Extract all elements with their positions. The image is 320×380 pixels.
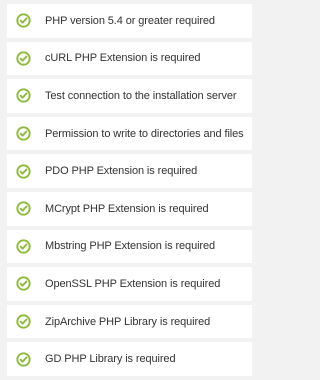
requirement-label: OpenSSL PHP Extension is required bbox=[45, 277, 221, 290]
requirement-item: cURL PHP Extension is required bbox=[7, 41, 252, 76]
requirement-item: Mbstring PHP Extension is required bbox=[7, 229, 252, 264]
requirement-label: MCrypt PHP Extension is required bbox=[45, 202, 209, 215]
check-circle-icon bbox=[16, 314, 31, 329]
check-circle-icon bbox=[16, 126, 31, 141]
check-circle-icon bbox=[16, 239, 31, 254]
check-circle-icon bbox=[16, 88, 31, 104]
requirement-label: GD PHP Library is required bbox=[45, 353, 176, 366]
check-circle-icon bbox=[16, 276, 31, 292]
requirement-label: PHP version 5.4 or greater required bbox=[45, 14, 215, 27]
requirement-item: Test connection to the installation serv… bbox=[7, 79, 252, 113]
requirements-list: PHP version 5.4 or greater required cURL… bbox=[0, 0, 252, 380]
requirement-item: Permission to write to directories and f… bbox=[7, 116, 252, 151]
requirement-label: Mbstring PHP Extension is required bbox=[45, 240, 216, 253]
requirement-label: cURL PHP Extension is required bbox=[45, 52, 201, 65]
requirement-item: OpenSSL PHP Extension is required bbox=[7, 267, 252, 301]
requirement-label: Test connection to the installation serv… bbox=[45, 89, 237, 102]
requirement-label: ZipArchive PHP Library is required bbox=[45, 315, 211, 328]
check-circle-icon bbox=[16, 352, 31, 367]
check-circle-icon bbox=[16, 51, 31, 66]
check-circle-icon bbox=[16, 201, 31, 216]
check-circle-icon bbox=[16, 164, 31, 179]
requirement-label: Permission to write to directories and f… bbox=[45, 127, 244, 140]
requirement-item: GD PHP Library is required bbox=[7, 342, 252, 376]
requirement-item: PHP version 5.4 or greater required bbox=[7, 4, 252, 38]
requirement-label: PDO PHP Extension is required bbox=[45, 165, 198, 178]
requirement-item: MCrypt PHP Extension is required bbox=[7, 191, 252, 226]
check-circle-icon bbox=[16, 13, 31, 28]
requirement-item: PDO PHP Extension is required bbox=[7, 154, 252, 188]
requirement-item: ZipArchive PHP Library is required bbox=[7, 304, 252, 339]
